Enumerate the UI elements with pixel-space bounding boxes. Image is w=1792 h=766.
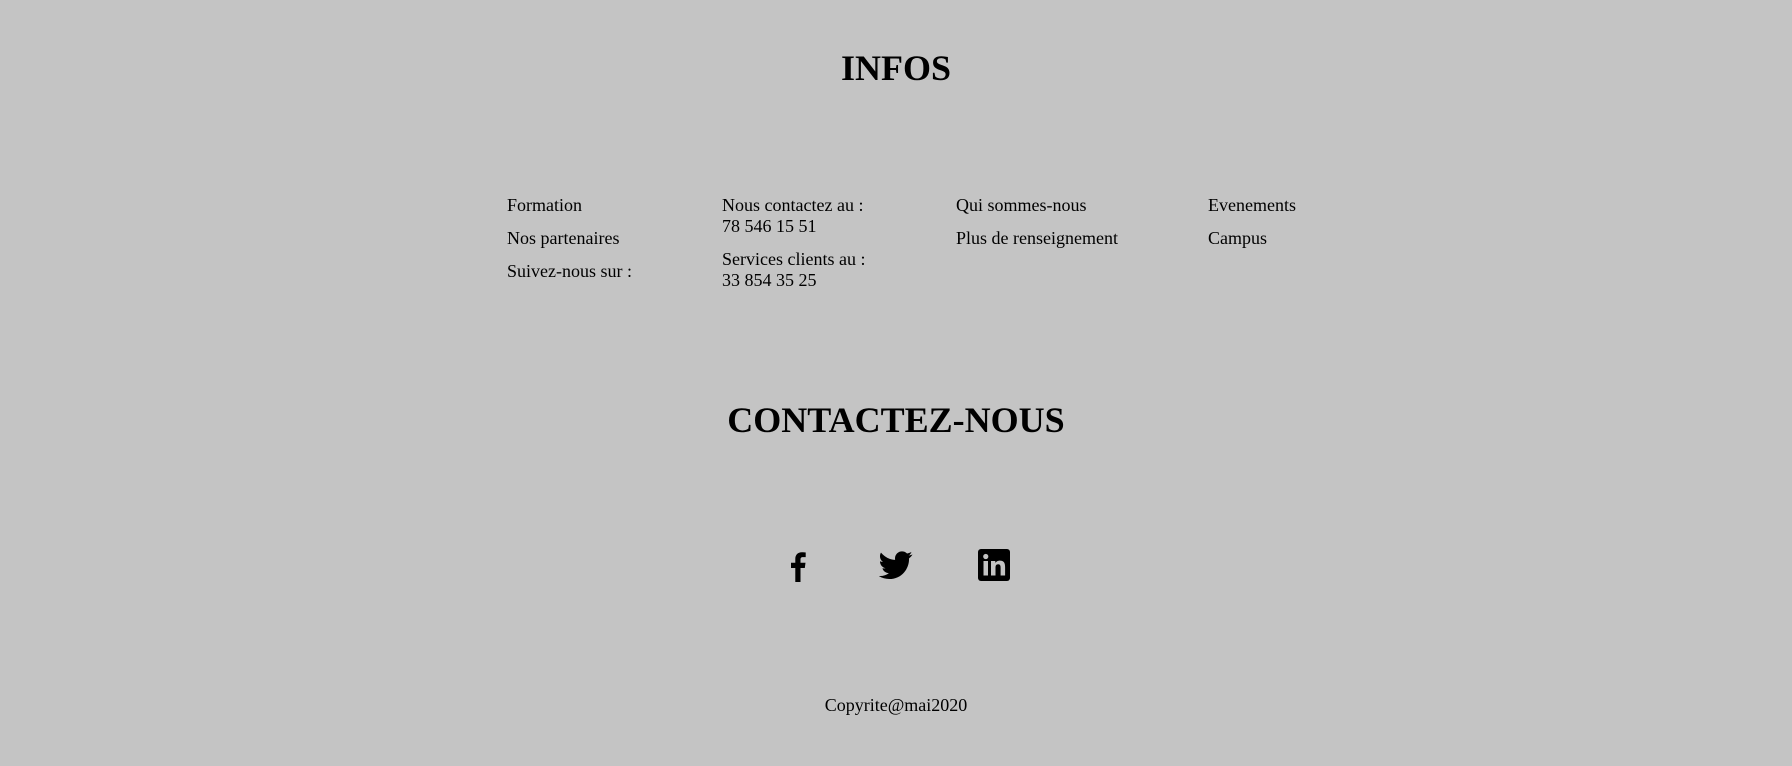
link-plus-de-renseignement[interactable]: Plus de renseignement [956,228,1118,249]
phone-contact-number: 78 546 15 51 [722,216,817,236]
link-nos-partenaires[interactable]: Nos partenaires [507,228,632,249]
facebook-icon [791,552,806,582]
infos-column-4: Evenements Campus [1208,195,1296,261]
customer-service-label: Services clients au : [722,249,866,269]
customer-service-number: 33 854 35 25 [722,270,817,290]
contact-title: CONTACTEZ-NOUS [727,400,1065,440]
infos-column-2: Nous contactez au : 78 546 15 51 Service… [722,195,865,303]
phone-contact-label: Nous contactez au : [722,195,864,215]
twitter-icon [879,551,913,580]
link-campus[interactable]: Campus [1208,228,1296,249]
social-links [0,548,1792,582]
twitter-link[interactable] [879,548,913,582]
infos-column-3: Qui sommes-nous Plus de renseignement [956,195,1118,261]
phone-contact: Nous contactez au : 78 546 15 51 [722,195,865,237]
copyright-text: Copyrite@mai2020 [824,695,968,715]
link-formation[interactable]: Formation [507,195,632,216]
link-qui-sommes-nous[interactable]: Qui sommes-nous [956,195,1118,216]
facebook-link[interactable] [781,548,815,582]
customer-service-contact: Services clients au : 33 854 35 25 [722,249,865,291]
infos-column-1: Formation Nos partenaires Suivez-nous su… [507,195,632,294]
linkedin-icon [978,549,1010,581]
linkedin-link[interactable] [977,548,1011,582]
infos-title: INFOS [840,48,952,88]
link-evenements[interactable]: Evenements [1208,195,1296,216]
follow-us-label: Suivez-nous sur : [507,261,632,281]
